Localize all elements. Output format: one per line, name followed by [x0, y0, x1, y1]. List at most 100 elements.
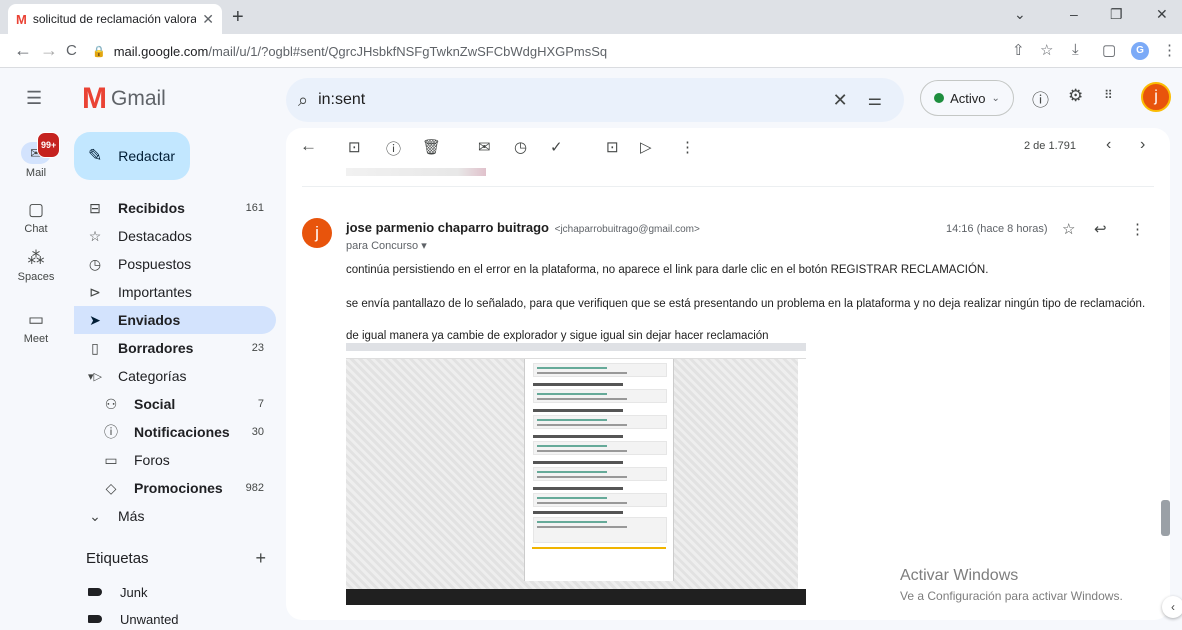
rail-meet[interactable]: ▭ Meet: [0, 310, 72, 345]
rail-spaces-label: Spaces: [17, 271, 55, 283]
nav-drafts[interactable]: ▯ Borradores 23: [74, 334, 276, 362]
url-field[interactable]: 🔒 mail.google.com/mail/u/1/?ogbl#sent/Qg…: [92, 38, 992, 64]
nav-label: Categorías: [118, 368, 187, 384]
older-icon[interactable]: ›: [1140, 136, 1145, 154]
clear-search-icon[interactable]: ✕: [833, 90, 848, 111]
attachment-browser-tabs: [346, 343, 806, 351]
nav-sent[interactable]: ➤ Enviados: [74, 306, 276, 334]
nav-label: Importantes: [118, 284, 192, 300]
status-dot-icon: [934, 93, 945, 103]
nav-label: Promociones: [134, 480, 223, 496]
status-selector[interactable]: Activo ⌄: [920, 80, 1014, 116]
more-actions-icon[interactable]: ⋮: [1130, 220, 1145, 238]
rail-meet-label: Meet: [23, 333, 49, 345]
minimize-button[interactable]: –: [1070, 6, 1078, 22]
nav-inbox[interactable]: ⊟ Recibidos 161: [74, 194, 276, 222]
snooze-icon[interactable]: ◷: [514, 138, 527, 156]
restore-button[interactable]: ❐: [1110, 6, 1123, 23]
account-avatar[interactable]: j: [1141, 82, 1171, 112]
message-scrollbar[interactable]: [1161, 500, 1170, 536]
nav-categories[interactable]: ▾▷ Categorías: [74, 362, 276, 390]
report-spam-icon[interactable]: ⓘ: [386, 138, 401, 159]
add-label-button[interactable]: +: [255, 548, 266, 569]
folder-nav: ⊟ Recibidos 161 ☆ Destacados ◷ Pospuestos ⊳ I…: [74, 194, 276, 530]
main-menu-icon[interactable]: ☰: [26, 88, 42, 109]
message-pane: ← ⊡ ⓘ 🗑 ✉ ◷ ✓ ⊡ ▷ ⋮ 2 de 1.791 ‹ › j jos…: [286, 128, 1170, 620]
label-junk[interactable]: Junk: [86, 581, 147, 603]
browser-profile-avatar[interactable]: G: [1131, 42, 1149, 60]
nav-count: 7: [257, 398, 264, 410]
chevron-down-icon: ⌄: [991, 92, 1000, 104]
lock-icon: 🔒: [92, 45, 106, 58]
download-icon[interactable]: ⤓: [1072, 41, 1079, 58]
move-to-icon[interactable]: ⊡: [606, 138, 619, 156]
attachment-result-row: [533, 517, 667, 543]
share-icon[interactable]: ⇧: [1012, 41, 1025, 59]
side-panel-toggle-icon[interactable]: ‹: [1162, 596, 1182, 618]
add-task-icon[interactable]: ✓: [550, 138, 563, 156]
forward-icon[interactable]: →: [40, 40, 58, 61]
close-window-button[interactable]: ✕: [1156, 6, 1168, 23]
compose-button[interactable]: ✎ Redactar: [74, 132, 190, 180]
browser-menu-icon[interactable]: ⋮: [1162, 41, 1177, 59]
help-icon[interactable]: ⓘ: [1032, 86, 1049, 111]
nav-promotions[interactable]: ◇ Promociones 982: [74, 474, 276, 502]
side-panel-icon[interactable]: ▢: [1102, 41, 1116, 59]
archive-icon[interactable]: ⊡: [348, 138, 361, 156]
star-icon[interactable]: ☆: [1062, 220, 1075, 238]
nav-forums[interactable]: ▭ Foros: [74, 446, 276, 474]
more-options-icon[interactable]: ⋮: [680, 138, 695, 156]
search-options-icon[interactable]: ⚌: [868, 90, 882, 110]
address-bar-row: ← → C 🔒 mail.google.com/mail/u/1/?ogbl#s…: [0, 34, 1182, 68]
reload-icon[interactable]: C: [66, 42, 77, 59]
tag-icon: ◇: [105, 479, 117, 496]
newer-icon[interactable]: ‹: [1106, 136, 1111, 154]
attachment-result-row: [533, 467, 667, 481]
rail-mail[interactable]: ✉ 99+ Mail: [0, 132, 72, 179]
nav-updates[interactable]: ⓘ Notificaciones 30: [74, 418, 276, 446]
new-tab-button[interactable]: +: [232, 6, 244, 29]
attachment-gold-line: [532, 547, 666, 549]
nav-more[interactable]: ⌄ Más: [74, 502, 276, 530]
nav-important[interactable]: ⊳ Importantes: [74, 278, 276, 306]
reply-icon[interactable]: ↩: [1094, 220, 1107, 238]
mark-unread-icon[interactable]: ✉: [478, 138, 491, 156]
bookmark-star-icon[interactable]: ☆: [1040, 41, 1053, 59]
attachment-result-row: [533, 389, 667, 403]
chat-icon: ▢: [27, 200, 45, 219]
app-rail: ✉ 99+ Mail ▢ Chat ⁂ Spaces ▭ Meet: [0, 128, 72, 628]
search-input[interactable]: in:sent: [318, 91, 832, 109]
attachment-heading: [533, 511, 623, 514]
sender-name[interactable]: jose parmenio chaparro buitrago: [346, 220, 549, 235]
tab-search-icon[interactable]: ⌄: [1014, 6, 1026, 23]
nav-starred[interactable]: ☆ Destacados: [74, 222, 276, 250]
rail-spaces[interactable]: ⁂ Spaces: [0, 248, 72, 283]
nav-label: Borradores: [118, 340, 194, 356]
screenshot-attachment[interactable]: [346, 343, 806, 605]
label-icon[interactable]: ▷: [640, 138, 652, 156]
nav-snoozed[interactable]: ◷ Pospuestos: [74, 250, 276, 278]
delete-icon[interactable]: 🗑: [422, 138, 441, 156]
search-icon[interactable]: ⌕: [298, 90, 308, 111]
attachment-side-panel: [798, 359, 806, 589]
message-from: jose parmenio chaparro buitrago <jchapar…: [346, 220, 700, 235]
attachment-heading: [533, 461, 623, 464]
browser-tab[interactable]: M solicitud de reclamación valorac ✕: [8, 4, 222, 34]
label-tag-icon: [88, 615, 102, 623]
rail-chat[interactable]: ▢ Chat: [0, 200, 72, 235]
back-icon[interactable]: ←: [14, 40, 32, 61]
nav-social[interactable]: ⚇ Social 7: [74, 390, 276, 418]
search-bar[interactable]: ⌕ in:sent ✕ ⚌: [286, 78, 904, 122]
message-recipients[interactable]: para Concurso ▾: [346, 239, 427, 252]
tab-close-icon[interactable]: ✕: [202, 11, 214, 28]
gmail-favicon-icon: M: [16, 11, 27, 27]
sender-avatar[interactable]: j: [302, 218, 332, 248]
label-unwanted[interactable]: Unwanted: [86, 608, 179, 630]
attachment-heading: [533, 409, 623, 412]
nav-count: 982: [245, 482, 264, 494]
back-to-list-icon[interactable]: ←: [300, 136, 317, 156]
apps-icon[interactable]: ⠿: [1104, 88, 1113, 102]
gmail-logo[interactable]: M Gmail: [82, 82, 166, 116]
settings-icon[interactable]: ⚙: [1068, 86, 1083, 106]
pager-text: 2 de 1.791: [1024, 140, 1076, 152]
